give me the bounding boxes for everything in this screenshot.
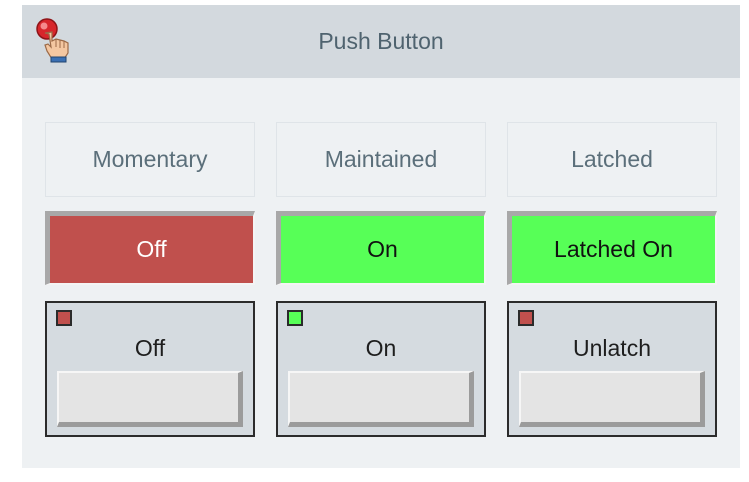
momentary-led-indicator — [56, 310, 72, 326]
header-latched: Latched — [507, 122, 717, 197]
header-momentary: Momentary — [45, 122, 255, 197]
momentary-button-group: Off — [45, 301, 255, 437]
maintained-led-indicator — [287, 310, 303, 326]
title-bar: Push Button — [22, 5, 740, 78]
maintained-push-button[interactable] — [288, 371, 474, 427]
push-button-panel: Push Button Momentary Maintained Latched… — [22, 5, 740, 468]
latched-button-group: Unlatch — [507, 301, 717, 437]
unlatch-button-label: Unlatch — [573, 335, 651, 361]
header-maintained: Maintained — [276, 122, 486, 197]
momentary-status-indicator: Off — [45, 211, 255, 285]
maintained-button-group: On — [276, 301, 486, 437]
latched-status-indicator: Latched On — [507, 211, 717, 285]
unlatch-push-button[interactable] — [519, 371, 705, 427]
latched-led-indicator — [518, 310, 534, 326]
momentary-push-button[interactable] — [57, 371, 243, 427]
momentary-button-label: Off — [134, 335, 166, 361]
window-title: Push Button — [318, 28, 444, 54]
maintained-button-label: On — [365, 335, 397, 361]
maintained-status-indicator: On — [276, 211, 486, 285]
